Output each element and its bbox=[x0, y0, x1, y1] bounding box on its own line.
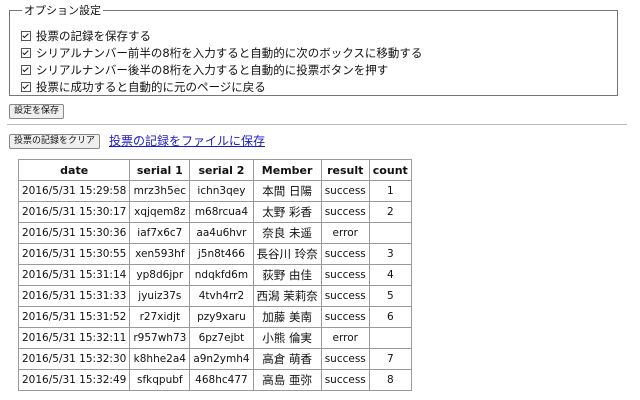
table-row: 2016/5/31 15:30:36 iaf7x6c7 aa4u6hvr 奈良 未遥 e… bbox=[17, 222, 412, 244]
table-cell: 8 bbox=[368, 369, 412, 391]
save-settings-button[interactable]: 設定を保存 bbox=[9, 104, 65, 119]
options-list: 投票の記録を保存するシリアルナンバー前半の8桁を入力すると自動的に次のボックスに… bbox=[20, 27, 607, 95]
table-cell: pzy9xaru bbox=[189, 306, 254, 328]
column-header: serial 2 bbox=[189, 159, 254, 181]
option-checkbox[interactable] bbox=[21, 30, 31, 41]
option-item[interactable]: 投票に成功すると自動的に元のページに戻る bbox=[20, 78, 607, 95]
table-cell: success bbox=[320, 264, 370, 286]
option-label: シリアルナンバー前半の8桁を入力すると自動的に次のボックスに移動する bbox=[36, 45, 423, 60]
table-cell: 高倉 萌香 bbox=[252, 348, 322, 370]
table-cell: 2016/5/31 15:31:52 bbox=[17, 306, 131, 328]
option-label: 投票に成功すると自動的に元のページに戻る bbox=[36, 79, 266, 94]
table-cell: 5 bbox=[368, 285, 412, 307]
column-header: serial 1 bbox=[129, 159, 191, 181]
clear-records-button[interactable]: 投票の記録をクリア bbox=[9, 134, 101, 149]
table-cell: success bbox=[320, 180, 370, 202]
table-row: 2016/5/31 15:31:52 r27xidjt pzy9xaru 加藤 美南 s… bbox=[17, 306, 412, 328]
table-cell: 2016/5/31 15:29:58 bbox=[17, 180, 131, 202]
option-item[interactable]: シリアルナンバー前半の8桁を入力すると自動的に次のボックスに移動する bbox=[20, 44, 607, 61]
table-cell: 加藤 美南 bbox=[252, 306, 322, 328]
table-row: 2016/5/31 15:32:11 r957wh73 6pz7ejbt 小熊 倫実 e… bbox=[17, 327, 412, 349]
table-cell: 西潟 茉莉奈 bbox=[252, 285, 322, 307]
table-cell: 4 bbox=[368, 264, 412, 286]
table-cell: m68rcua4 bbox=[189, 201, 254, 223]
table-body: 2016/5/31 15:29:58 mrz3h5ec ichn3qey 本間 日陽 s… bbox=[17, 180, 412, 391]
table-cell: ichn3qey bbox=[189, 180, 254, 202]
table-row: 2016/5/31 15:30:17 xqjqem8z m68rcua4 太野 彩香 s… bbox=[17, 201, 412, 223]
table-cell: 2016/5/31 15:30:17 bbox=[17, 201, 131, 223]
table-cell: aa4u6hvr bbox=[189, 222, 254, 244]
table-cell: 2016/5/31 15:32:49 bbox=[17, 369, 131, 391]
table-cell: success bbox=[320, 201, 370, 223]
table-cell: xqjqem8z bbox=[129, 201, 191, 223]
table-cell: r957wh73 bbox=[129, 327, 191, 349]
table-row: 2016/5/31 15:30:55 xen593hf j5n8t466 長谷川 玲奈… bbox=[17, 243, 412, 265]
table-cell: 2016/5/31 15:32:30 bbox=[17, 348, 131, 370]
table-cell: 2016/5/31 15:31:14 bbox=[17, 264, 131, 286]
table-header-row: date serial 1 serial 2 Member result count bbox=[17, 159, 412, 181]
table-cell: success bbox=[320, 285, 370, 307]
table-row: 2016/5/31 15:29:58 mrz3h5ec ichn3qey 本間 日陽 s… bbox=[17, 180, 412, 202]
table-cell: mrz3h5ec bbox=[129, 180, 191, 202]
table-cell: 太野 彩香 bbox=[252, 201, 322, 223]
table-cell: success bbox=[320, 369, 370, 391]
table-cell: iaf7x6c7 bbox=[129, 222, 191, 244]
table-cell: success bbox=[320, 243, 370, 265]
table-cell: 2016/5/31 15:31:33 bbox=[17, 285, 131, 307]
table-cell: error bbox=[320, 222, 370, 244]
table-cell: error bbox=[320, 327, 370, 349]
column-header: Member bbox=[252, 159, 322, 181]
table-cell bbox=[368, 327, 412, 349]
table-cell: 7 bbox=[368, 348, 412, 370]
column-header: count bbox=[368, 159, 412, 181]
table-row: 2016/5/31 15:32:49 sfkqpubf 468hc477 高島 亜弥 s… bbox=[17, 369, 412, 391]
table-cell: success bbox=[320, 306, 370, 328]
table-cell: ndqkfd6m bbox=[189, 264, 254, 286]
save-to-file-link[interactable]: 投票の記録をファイルに保存 bbox=[109, 132, 265, 149]
table-cell: 1 bbox=[368, 180, 412, 202]
table-cell: 2016/5/31 15:32:11 bbox=[17, 327, 131, 349]
table-row: 2016/5/31 15:31:14 yp8d6jpr ndqkfd6m 荻野 由佳 s… bbox=[17, 264, 412, 286]
options-legend: オプション設定 bbox=[24, 4, 101, 17]
table-cell: 高島 亜弥 bbox=[252, 369, 322, 391]
table-cell: 2 bbox=[368, 201, 412, 223]
column-header: result bbox=[320, 159, 370, 181]
table-cell: 小熊 倫実 bbox=[252, 327, 322, 349]
table-cell: 荻野 由佳 bbox=[252, 264, 322, 286]
table-cell bbox=[368, 222, 412, 244]
table-cell: k8hhe2a4 bbox=[129, 348, 191, 370]
table-cell: xen593hf bbox=[129, 243, 191, 265]
options-fieldset: オプション設定 投票の記録を保存するシリアルナンバー前半の8桁を入力すると自動的… bbox=[9, 2, 618, 96]
table-cell: 468hc477 bbox=[189, 369, 254, 391]
table-cell: 6pz7ejbt bbox=[189, 327, 254, 349]
table-cell: 奈良 未遥 bbox=[252, 222, 322, 244]
option-label: 投票の記録を保存する bbox=[36, 28, 151, 43]
table-cell: 長谷川 玲奈 bbox=[252, 243, 322, 265]
option-checkbox[interactable] bbox=[21, 47, 31, 58]
table-cell: a9n2ymh4 bbox=[189, 348, 254, 370]
table-row: 2016/5/31 15:31:33 jyuiz37s 4tvh4rr2 西潟 茉莉奈… bbox=[17, 285, 412, 307]
table-cell: yp8d6jpr bbox=[129, 264, 191, 286]
option-checkbox[interactable] bbox=[21, 81, 31, 92]
table-cell: 2016/5/31 15:30:55 bbox=[17, 243, 131, 265]
table-cell: 2016/5/31 15:30:36 bbox=[17, 222, 131, 244]
vote-records-table: date serial 1 serial 2 Member result count 20… bbox=[17, 159, 412, 391]
table-cell: 本間 日陽 bbox=[252, 180, 322, 202]
table-cell: 3 bbox=[368, 243, 412, 265]
section-divider bbox=[7, 124, 627, 125]
table-cell: success bbox=[320, 348, 370, 370]
table-cell: jyuiz37s bbox=[129, 285, 191, 307]
option-item[interactable]: 投票の記録を保存する bbox=[20, 27, 607, 44]
option-label: シリアルナンバー後半の8桁を入力すると自動的に投票ボタンを押す bbox=[36, 62, 389, 77]
option-item[interactable]: シリアルナンバー後半の8桁を入力すると自動的に投票ボタンを押す bbox=[20, 61, 607, 78]
column-header: date bbox=[17, 159, 131, 181]
option-checkbox[interactable] bbox=[21, 64, 31, 75]
table-row: 2016/5/31 15:32:30 k8hhe2a4 a9n2ymh4 高倉 萌香 s… bbox=[17, 348, 412, 370]
table-cell: sfkqpubf bbox=[129, 369, 191, 391]
table-cell: j5n8t466 bbox=[189, 243, 254, 265]
table-cell: 4tvh4rr2 bbox=[189, 285, 254, 307]
table-cell: 6 bbox=[368, 306, 412, 328]
table-cell: r27xidjt bbox=[129, 306, 191, 328]
